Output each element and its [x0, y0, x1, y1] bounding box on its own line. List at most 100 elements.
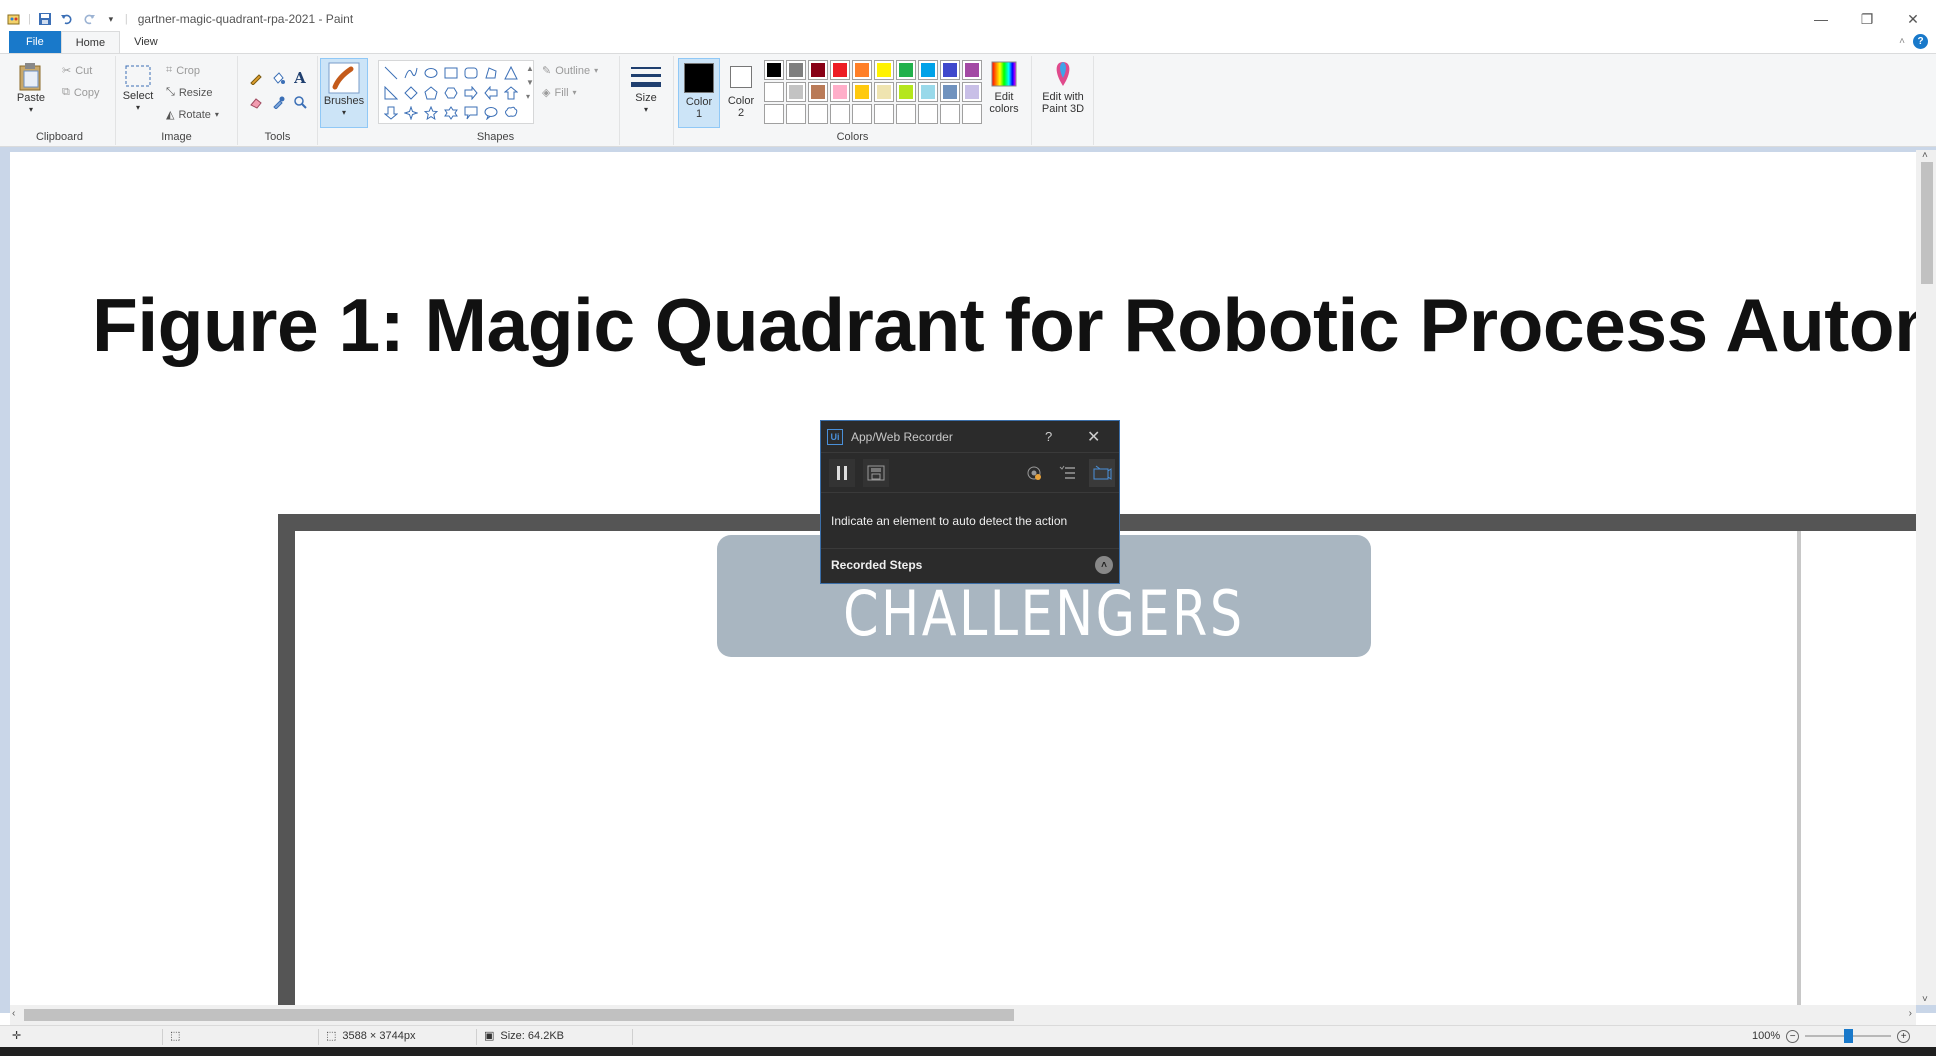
color-swatch[interactable]: [808, 82, 828, 102]
paint-app-icon[interactable]: [6, 11, 22, 27]
recorded-steps-header[interactable]: Recorded Steps ˄: [821, 549, 1119, 581]
vertical-scrollbar[interactable]: ˄ ˅: [1916, 150, 1936, 1005]
color-swatch[interactable]: [830, 82, 850, 102]
paste-button[interactable]: Paste ▾: [14, 62, 48, 116]
horizontal-scrollbar[interactable]: ‹ ›: [10, 1005, 1916, 1025]
brushes-button[interactable]: Brushes ▾: [320, 58, 368, 128]
text-tool-icon[interactable]: A: [290, 68, 310, 88]
eraser-icon[interactable]: [246, 92, 266, 112]
color-swatch[interactable]: [764, 60, 784, 80]
tab-file[interactable]: File: [9, 31, 61, 53]
tab-home[interactable]: Home: [60, 31, 121, 53]
zoom-slider[interactable]: [1805, 1029, 1892, 1043]
color-swatch[interactable]: [962, 60, 982, 80]
outline-dropdown[interactable]: ✎ Outline ▾: [542, 64, 598, 78]
shapes-scroll[interactable]: ▲ ▼ ▾: [526, 62, 534, 104]
undo-icon[interactable]: [59, 11, 75, 27]
expand-steps-icon[interactable]: ˄: [1095, 556, 1113, 574]
color-swatch[interactable]: [874, 60, 894, 80]
color-swatch[interactable]: [918, 82, 938, 102]
customize-qat-icon[interactable]: ▾: [103, 11, 119, 27]
steps-list-icon[interactable]: [1055, 459, 1081, 487]
color-swatch[interactable]: [852, 82, 872, 102]
recorder-close-icon[interactable]: ✕: [1087, 427, 1100, 447]
color-swatch[interactable]: [940, 104, 960, 124]
save-icon[interactable]: [37, 11, 53, 27]
rotate-button[interactable]: ◭ Rotate ▾: [166, 108, 219, 122]
color-swatch[interactable]: [786, 82, 806, 102]
resize-button[interactable]: ⤡ Resize: [166, 86, 212, 99]
pentagon-shape-icon[interactable]: [421, 83, 441, 103]
collapse-ribbon-icon[interactable]: ˄: [1899, 36, 1905, 47]
curve-shape-icon[interactable]: [401, 63, 421, 83]
record-target-icon[interactable]: [1021, 459, 1047, 487]
fill-dropdown[interactable]: ◈ Fill ▾: [542, 86, 577, 100]
color2-button[interactable]: Color 2: [724, 62, 758, 119]
pencil-icon[interactable]: [246, 68, 266, 88]
color-swatch[interactable]: [896, 82, 916, 102]
help-icon[interactable]: ?: [1913, 34, 1928, 49]
rounded-rectangle-shape-icon[interactable]: [461, 63, 481, 83]
five-point-star-shape-icon[interactable]: [421, 103, 441, 123]
zoom-slider-thumb[interactable]: [1843, 1029, 1853, 1043]
color-swatch[interactable]: [786, 60, 806, 80]
hexagon-shape-icon[interactable]: [441, 83, 461, 103]
triangle-shape-icon[interactable]: [501, 63, 521, 83]
rectangle-shape-icon[interactable]: [441, 63, 461, 83]
down-arrow-shape-icon[interactable]: [381, 103, 401, 123]
right-triangle-shape-icon[interactable]: [381, 83, 401, 103]
copy-button[interactable]: ⧉ Copy: [62, 86, 100, 99]
recorder-help-button[interactable]: ?: [1045, 429, 1052, 444]
pause-recording-icon[interactable]: [829, 458, 855, 487]
color-swatch[interactable]: [786, 104, 806, 124]
scroll-left-icon[interactable]: ‹: [12, 1008, 15, 1019]
polygon-shape-icon[interactable]: [481, 63, 501, 83]
save-recording-icon[interactable]: [863, 458, 889, 487]
color-swatch[interactable]: [918, 60, 938, 80]
zoom-out-icon[interactable]: −: [1786, 1029, 1800, 1043]
screenshot-capture-icon[interactable]: [1089, 459, 1115, 487]
edit-with-paint3d-button[interactable]: Edit with Paint 3D: [1034, 60, 1092, 115]
left-arrow-shape-icon[interactable]: [481, 83, 501, 103]
tab-view[interactable]: View: [120, 31, 172, 53]
color-swatch[interactable]: [764, 82, 784, 102]
color-swatch[interactable]: [808, 104, 828, 124]
rect-callout-shape-icon[interactable]: [461, 103, 481, 123]
zoom-in-icon[interactable]: +: [1897, 1029, 1911, 1043]
scroll-up-icon[interactable]: ˄: [1922, 150, 1928, 161]
edit-colors-button[interactable]: Edit colors: [984, 60, 1024, 115]
magnifier-icon[interactable]: [290, 92, 310, 112]
oval-shape-icon[interactable]: [421, 63, 441, 83]
line-shape-icon[interactable]: [381, 63, 401, 83]
size-button[interactable]: Size ▾: [628, 64, 664, 116]
diamond-shape-icon[interactable]: [401, 83, 421, 103]
color-swatch[interactable]: [852, 60, 872, 80]
color-swatch[interactable]: [830, 104, 850, 124]
color-swatch[interactable]: [896, 60, 916, 80]
color1-button[interactable]: Color 1: [678, 58, 720, 128]
horizontal-scroll-thumb[interactable]: [24, 1009, 1014, 1021]
color-swatch[interactable]: [874, 82, 894, 102]
vertical-scroll-thumb[interactable]: [1921, 162, 1933, 284]
crop-button[interactable]: ⌗ Crop: [166, 64, 200, 77]
up-arrow-shape-icon[interactable]: [501, 83, 521, 103]
color-swatch[interactable]: [896, 104, 916, 124]
color-swatch[interactable]: [852, 104, 872, 124]
color-swatch[interactable]: [830, 60, 850, 80]
color-swatch[interactable]: [962, 104, 982, 124]
fill-bucket-icon[interactable]: [268, 68, 288, 88]
scroll-down-icon[interactable]: ˅: [1922, 994, 1928, 1005]
cut-button[interactable]: ✂ Cut: [62, 64, 92, 78]
cloud-callout-shape-icon[interactable]: [501, 103, 521, 123]
color-picker-icon[interactable]: [268, 92, 288, 112]
six-point-star-shape-icon[interactable]: [441, 103, 461, 123]
four-point-star-shape-icon[interactable]: [401, 103, 421, 123]
select-button[interactable]: Select ▾: [122, 64, 154, 114]
oval-callout-shape-icon[interactable]: [481, 103, 501, 123]
color-swatch[interactable]: [764, 104, 784, 124]
color-swatch[interactable]: [962, 82, 982, 102]
scroll-right-icon[interactable]: ›: [1909, 1008, 1912, 1019]
color-swatch[interactable]: [808, 60, 828, 80]
right-arrow-shape-icon[interactable]: [461, 83, 481, 103]
color-swatch[interactable]: [940, 60, 960, 80]
